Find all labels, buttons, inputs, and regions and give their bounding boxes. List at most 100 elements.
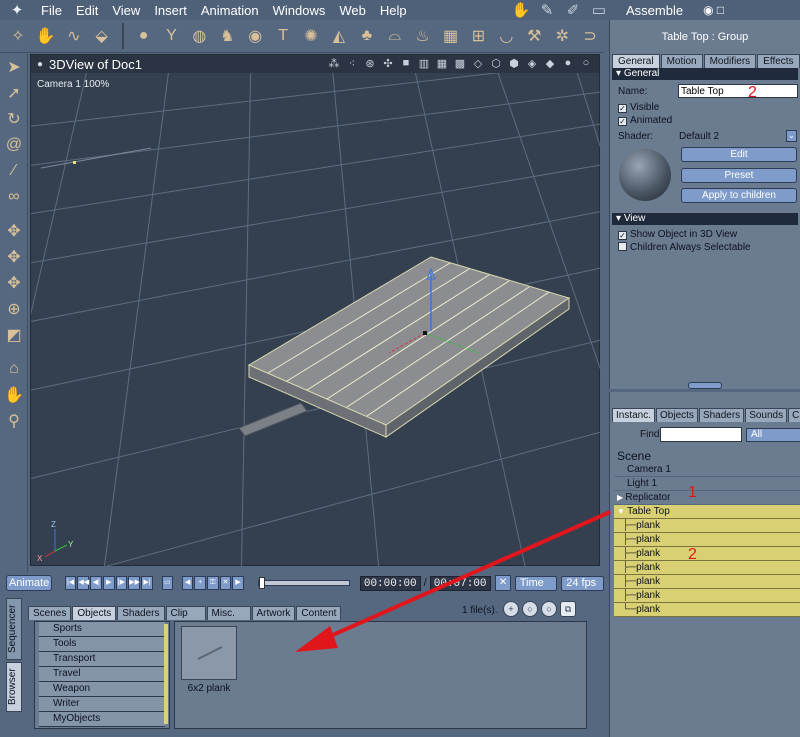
shader-preview-ball[interactable]: [619, 149, 671, 201]
tree-item-light[interactable]: Light 1: [614, 477, 800, 491]
menu-view[interactable]: View: [105, 3, 147, 18]
tab-artwork[interactable]: Artwork: [251, 606, 296, 620]
lasso-icon[interactable]: ∿: [62, 24, 86, 48]
tree-item-plank[interactable]: └─plank: [614, 603, 800, 617]
preset-shader-button[interactable]: Preset: [681, 168, 797, 183]
brush-icon[interactable]: ✐: [560, 1, 586, 19]
light-icon[interactable]: ♨: [411, 24, 435, 48]
category-scrollbar[interactable]: [164, 624, 168, 724]
category-item[interactable]: MyObjects: [39, 712, 165, 727]
tab-instances[interactable]: Instanc.: [612, 408, 656, 422]
name-input[interactable]: [678, 84, 798, 98]
menu-edit[interactable]: Edit: [69, 3, 105, 18]
options-icon[interactable]: ○: [541, 601, 557, 617]
add-item-icon[interactable]: +: [503, 601, 519, 617]
window-close-icon[interactable]: ◉ □: [703, 3, 724, 17]
menu-help[interactable]: Help: [373, 3, 414, 18]
menu-animation[interactable]: Animation: [194, 3, 266, 18]
panel-splitter-handle[interactable]: [688, 382, 722, 389]
category-item[interactable]: Sports: [39, 622, 165, 637]
globe-icon[interactable]: ◍: [187, 24, 211, 48]
tree-item-plank[interactable]: ├─plank: [614, 589, 800, 603]
key-icon[interactable]: ⚿: [207, 576, 219, 590]
camera-tool-icon[interactable]: ⌂: [0, 356, 28, 382]
figure-icon[interactable]: ♞: [215, 24, 239, 48]
zoom-icon[interactable]: ⚲: [0, 408, 28, 434]
app-logo-icon[interactable]: ✦: [0, 0, 34, 20]
pen-icon[interactable]: ✎: [534, 1, 560, 19]
film-icon[interactable]: ▭: [586, 1, 612, 19]
render-dots-icon[interactable]: ⁖: [343, 57, 361, 71]
hammer-icon[interactable]: ⚒: [522, 24, 546, 48]
category-item[interactable]: Writer: [39, 697, 165, 712]
camera-object-icon[interactable]: ⌓: [383, 24, 407, 48]
sphere-icon[interactable]: ●: [132, 24, 156, 48]
lattice-icon[interactable]: ⊞: [466, 24, 490, 48]
move-xy-icon[interactable]: ✥: [0, 244, 28, 270]
hand-icon[interactable]: ✋: [508, 1, 534, 19]
tree-icon[interactable]: ♣: [355, 24, 379, 48]
tree-item-replicator[interactable]: ▶ Replicator: [614, 491, 800, 505]
animated-checkbox[interactable]: ✓: [618, 117, 627, 126]
menu-insert[interactable]: Insert: [147, 3, 194, 18]
end-time-field[interactable]: 00:07:00: [429, 575, 491, 591]
render-box-icon[interactable]: ⬡: [487, 57, 505, 71]
gear-icon[interactable]: ✺: [299, 24, 323, 48]
find-input[interactable]: [660, 427, 742, 442]
no-key-icon[interactable]: ✕: [495, 575, 511, 591]
category-item[interactable]: Travel: [39, 667, 165, 682]
delete-key-icon[interactable]: ✕: [219, 576, 232, 590]
menu-windows[interactable]: Windows: [266, 3, 333, 18]
text-icon[interactable]: T: [271, 24, 295, 48]
loop-icon[interactable]: ▭: [161, 576, 174, 590]
next-key-icon[interactable]: ▶: [232, 576, 244, 590]
scale-box-icon[interactable]: ◩: [0, 322, 28, 348]
play-icon[interactable]: ▶: [102, 576, 115, 590]
plank-thumbnail[interactable]: [181, 626, 237, 680]
tree-item-table-top[interactable]: ▼ Table Top: [614, 505, 800, 519]
animate-button[interactable]: Animate: [6, 575, 53, 591]
eye-icon[interactable]: ◉: [243, 24, 267, 48]
render-wire-icon[interactable]: ◇: [469, 57, 487, 71]
find-scope-select[interactable]: All: [746, 428, 800, 442]
move-z-icon[interactable]: ✥: [0, 270, 28, 296]
creature-icon[interactable]: ✲: [550, 24, 574, 48]
tab-scene-objects[interactable]: Objects: [656, 408, 698, 422]
tab-content[interactable]: Content: [296, 606, 342, 620]
tree-item-camera[interactable]: Camera 1: [614, 463, 800, 477]
camera-label[interactable]: Camera 1 100%: [37, 79, 109, 90]
render-quad-icon[interactable]: ▦: [433, 57, 451, 71]
tab-objects[interactable]: Objects: [72, 606, 117, 620]
add-key-icon[interactable]: +: [194, 576, 207, 590]
time-slider-thumb[interactable]: [258, 577, 265, 589]
3d-viewport[interactable]: ● 3DView of Doc1 ⁂ ⁖ ⊛ ✣ ■ ▥ ▦ ▩ ◇ ⬡ ⬢ ◈…: [30, 54, 601, 567]
tree-item-plank[interactable]: ├─plank: [614, 547, 800, 561]
collapse-arrow-icon[interactable]: ▼: [617, 507, 627, 516]
render-solid-icon[interactable]: ◆: [541, 57, 559, 71]
render-snap-icon[interactable]: ⊛: [361, 57, 379, 71]
step-back-icon[interactable]: ◀|: [90, 576, 102, 590]
paint-bucket-icon[interactable]: ⬙: [90, 24, 114, 48]
bowl-icon[interactable]: ◡: [494, 24, 518, 48]
tab-sounds[interactable]: Sounds: [745, 408, 788, 422]
move-tool-icon[interactable]: ✥: [0, 218, 28, 244]
general-section-header[interactable]: ▾ General: [612, 68, 798, 80]
render-flat-icon[interactable]: ■: [397, 57, 415, 71]
library-item-plank[interactable]: 6x2 plank: [181, 626, 237, 694]
direct-select-icon[interactable]: ➚: [0, 80, 28, 106]
category-item[interactable]: Tools: [39, 637, 165, 652]
children-selectable-checkbox[interactable]: [618, 242, 627, 251]
rewind-icon[interactable]: ◀◀: [77, 576, 90, 590]
fast-forward-icon[interactable]: ▶▶: [128, 576, 141, 590]
tree-item-plank[interactable]: ├─plank: [614, 533, 800, 547]
step-forward-icon[interactable]: |▶: [115, 576, 128, 590]
twist-tool-icon[interactable]: @: [0, 132, 28, 158]
rotate-tool-icon[interactable]: ↻: [0, 106, 28, 132]
tab-shaders[interactable]: Shaders: [117, 606, 165, 620]
apply-to-children-button[interactable]: Apply to children: [681, 188, 797, 203]
hand-tool-icon[interactable]: ✋: [34, 24, 58, 48]
current-time-field[interactable]: 00:00:00: [359, 575, 421, 591]
wand-icon[interactable]: ✧: [6, 24, 30, 48]
time-slider[interactable]: [257, 577, 351, 589]
visible-checkbox[interactable]: ✓: [618, 104, 627, 113]
